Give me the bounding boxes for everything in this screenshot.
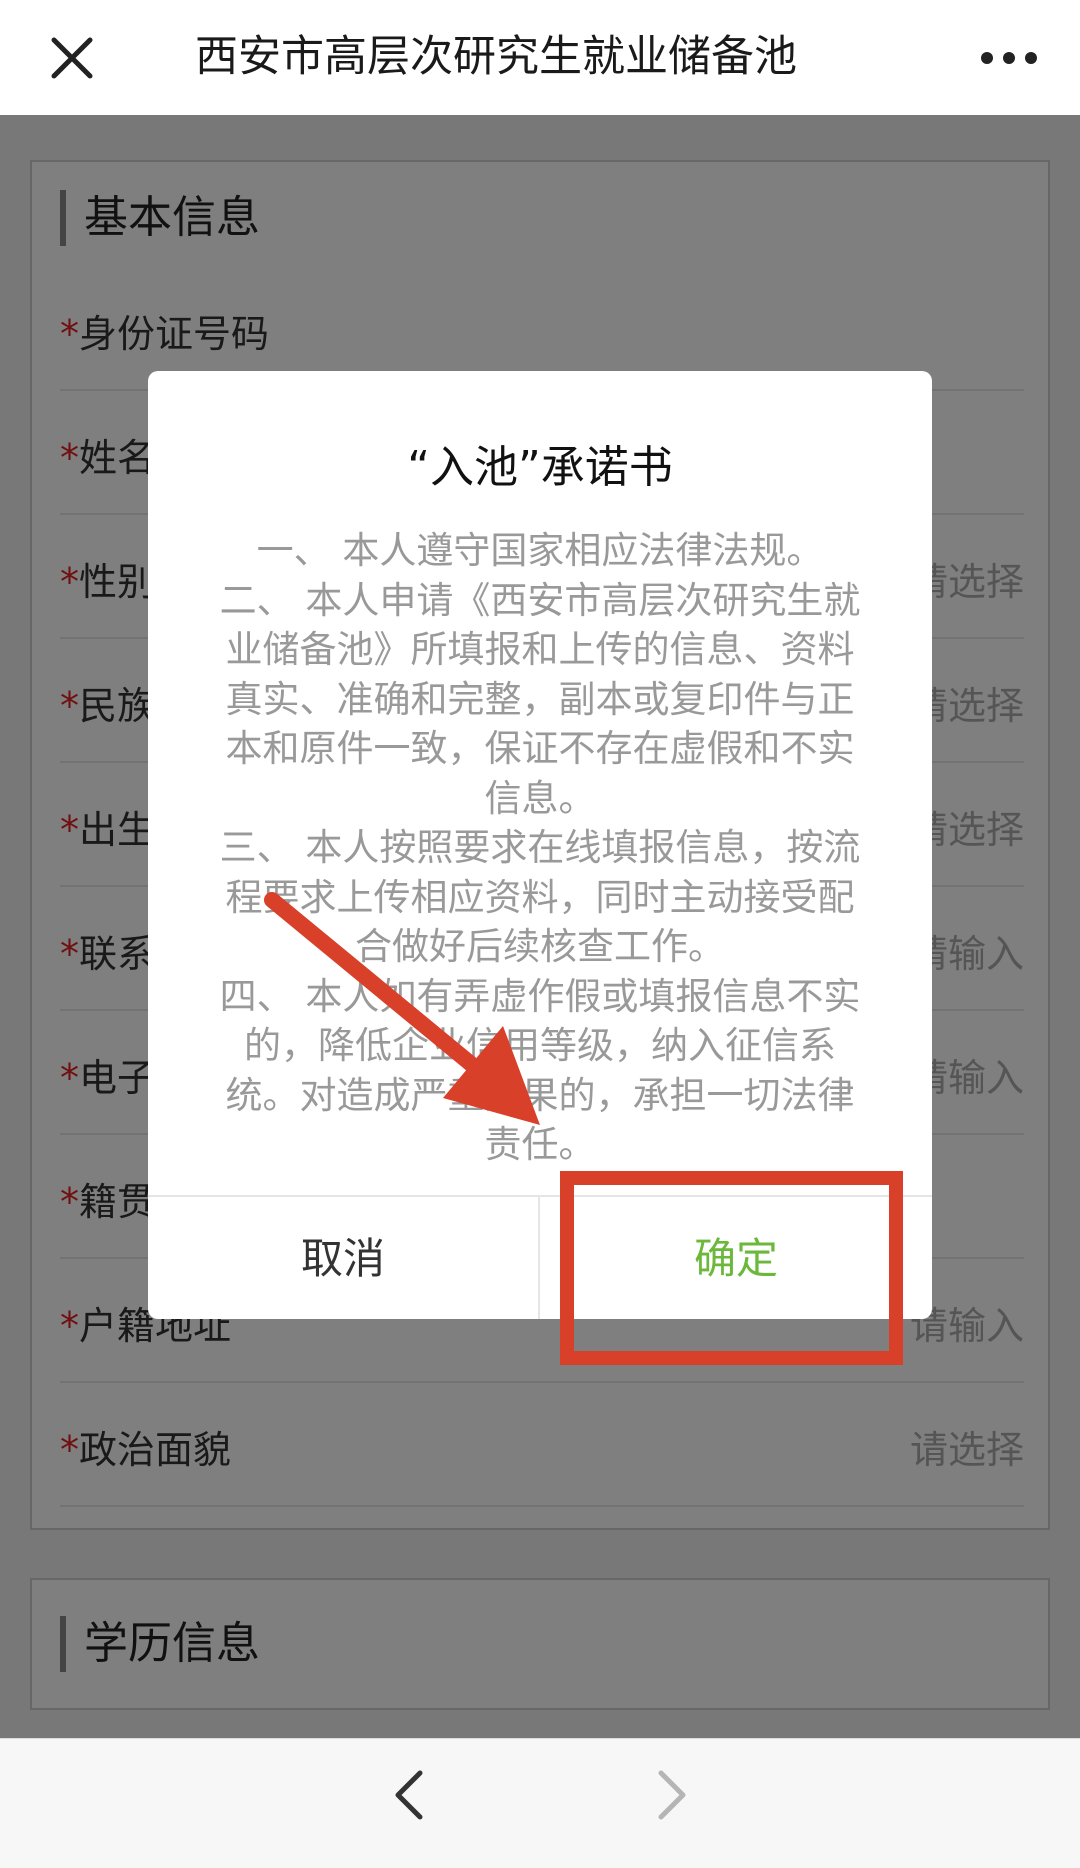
cancel-button[interactable]: 取消	[148, 1197, 540, 1319]
chevron-right-icon	[658, 1770, 686, 1820]
back-button[interactable]	[382, 1767, 438, 1823]
commitment-clause-3: 三、 本人按照要求在线填报信息，按流程要求上传相应资料，同时主动接受配合做好后续…	[219, 826, 861, 968]
more-icon	[981, 52, 1037, 64]
commitment-clause-4: 四、 本人如有弄虚作假或填报信息不实的，降低企业信用等级，纳入征信系统。对造成严…	[219, 974, 861, 1167]
more-button[interactable]	[978, 40, 1040, 76]
annotation-highlight-box	[560, 1171, 903, 1365]
commitment-clause-1: 一、 本人遵守国家相应法律法规。	[256, 529, 824, 572]
dialog-title: “入池”承诺书	[407, 442, 673, 493]
page-title: 西安市高层次研究生就业储备池	[195, 32, 797, 82]
close-icon	[51, 37, 93, 79]
dialog-body: 一、 本人遵守国家相应法律法规。 二、 本人申请《西安市高层次研究生就业储备池》…	[208, 526, 872, 1170]
top-navigation-bar: 西安市高层次研究生就业储备池	[0, 0, 1080, 115]
commitment-clause-2: 二、 本人申请《西安市高层次研究生就业储备池》所填报和上传的信息、资料真实、准确…	[219, 578, 861, 820]
chevron-left-icon	[395, 1770, 423, 1820]
forward-button[interactable]	[643, 1767, 699, 1823]
close-button[interactable]	[44, 30, 100, 86]
bottom-navigation-bar	[0, 1738, 1080, 1868]
